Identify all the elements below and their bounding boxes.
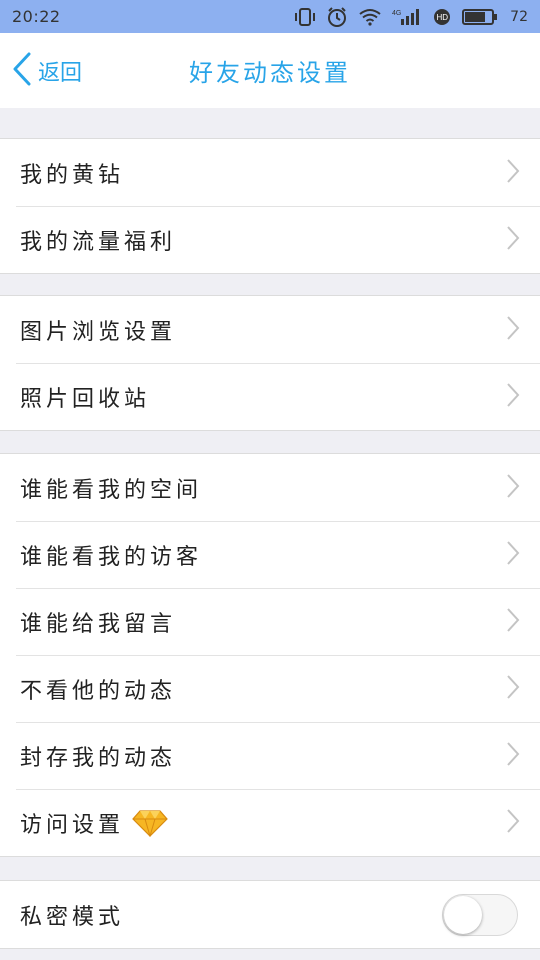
settings-group-private-mode: 私密模式 bbox=[0, 880, 540, 949]
signal-icon: 4G bbox=[392, 7, 422, 27]
chevron-right-icon bbox=[506, 808, 520, 838]
nav-bar: 返回 好友动态设置 bbox=[0, 33, 540, 108]
settings-item-who-can-view-space[interactable]: 谁能看我的空间 bbox=[0, 454, 540, 521]
status-time: 20:22 bbox=[12, 7, 61, 26]
settings-item-yellow-diamond[interactable]: 我的黄钻 bbox=[0, 139, 540, 206]
settings-item-label: 私密模式 bbox=[20, 904, 125, 930]
settings-item-label: 不看他的动态 bbox=[20, 678, 177, 704]
toggle-knob bbox=[444, 895, 482, 934]
chevron-right-icon bbox=[506, 158, 520, 188]
chevron-right-icon bbox=[506, 225, 520, 255]
diamond-icon bbox=[132, 809, 168, 837]
battery-level: 72 bbox=[510, 8, 528, 25]
chevron-right-icon bbox=[506, 607, 520, 637]
private-mode-toggle[interactable] bbox=[442, 893, 518, 936]
chevron-right-icon bbox=[506, 741, 520, 771]
wifi-icon bbox=[358, 8, 382, 26]
hd-icon: HD bbox=[432, 7, 452, 27]
settings-item-access-settings[interactable]: 访问设置 bbox=[0, 789, 540, 856]
chevron-right-icon bbox=[506, 315, 520, 345]
settings-item-hide-their-feed[interactable]: 不看他的动态 bbox=[0, 655, 540, 722]
settings-item-image-browsing[interactable]: 图片浏览设置 bbox=[0, 296, 540, 363]
battery-icon bbox=[462, 8, 498, 26]
chevron-right-icon bbox=[506, 382, 520, 412]
settings-item-private-mode: 私密模式 bbox=[0, 881, 540, 948]
settings-item-label: 谁能看我的访客 bbox=[20, 544, 203, 570]
settings-group-vip: 我的黄钻 我的流量福利 bbox=[0, 138, 540, 274]
settings-item-label: 谁能给我留言 bbox=[20, 611, 177, 637]
settings-item-data-welfare[interactable]: 我的流量福利 bbox=[0, 206, 540, 273]
settings-item-photo-recycle-bin[interactable]: 照片回收站 bbox=[0, 363, 540, 430]
settings-group-photos: 图片浏览设置 照片回收站 bbox=[0, 295, 540, 431]
status-icons: 4G HD 72 bbox=[294, 6, 528, 28]
settings-item-label: 照片回收站 bbox=[20, 386, 151, 412]
settings-item-label: 我的黄钻 bbox=[20, 162, 125, 188]
settings-item-who-can-leave-message[interactable]: 谁能给我留言 bbox=[0, 588, 540, 655]
vibrate-icon bbox=[294, 7, 316, 27]
svg-text:HD: HD bbox=[437, 13, 449, 22]
alarm-icon bbox=[326, 6, 348, 28]
settings-item-label: 图片浏览设置 bbox=[20, 319, 177, 345]
settings-item-label: 谁能看我的空间 bbox=[20, 477, 203, 503]
settings-item-archive-my-feed[interactable]: 封存我的动态 bbox=[0, 722, 540, 789]
settings-item-label: 封存我的动态 bbox=[20, 745, 177, 771]
chevron-right-icon bbox=[506, 473, 520, 503]
page-title: 好友动态设置 bbox=[189, 59, 351, 87]
chevron-right-icon bbox=[506, 674, 520, 704]
settings-item-label: 我的流量福利 bbox=[20, 229, 177, 255]
settings-item-label: 访问设置 bbox=[20, 812, 125, 838]
settings-item-who-can-view-visitors[interactable]: 谁能看我的访客 bbox=[0, 521, 540, 588]
chevron-right-icon bbox=[506, 540, 520, 570]
network-type-label: 4G bbox=[392, 10, 401, 17]
settings-group-privacy: 谁能看我的空间 谁能看我的访客 谁能给我留言 不看他的动态 封存我的动态 访问设… bbox=[0, 453, 540, 857]
status-bar: 20:22 4G HD 72 bbox=[0, 0, 540, 33]
